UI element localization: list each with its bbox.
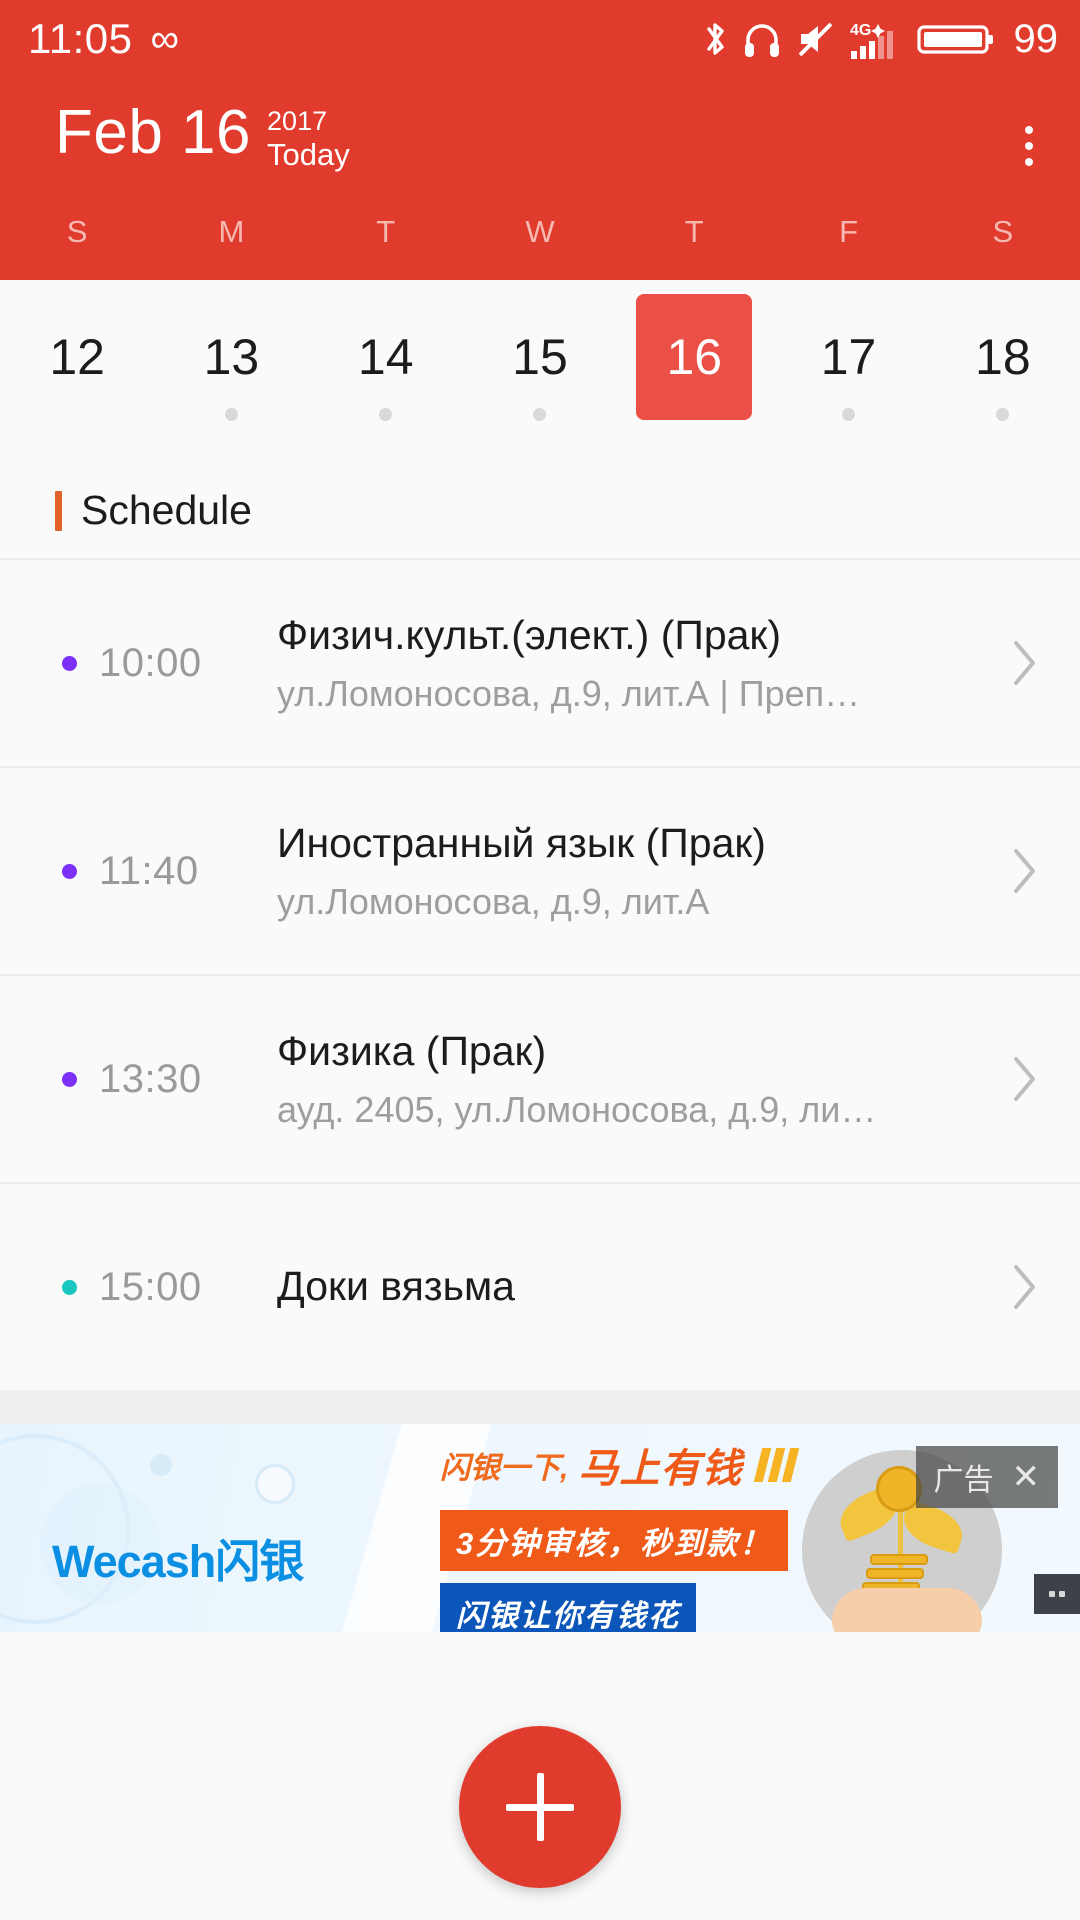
event-indicator-dot xyxy=(224,408,238,421)
weekday-label-6: S xyxy=(992,214,1014,249)
event-location: ауд. 2405, ул.Ломоносова, д.9, ли… xyxy=(277,1089,877,1131)
schedule-section-header: Schedule xyxy=(0,457,1080,558)
weekday-label-4: T xyxy=(684,214,704,249)
status-bar-right: 4G 99 xyxy=(703,16,1059,62)
date-number: 12 xyxy=(49,329,105,385)
event-time: 10:00 xyxy=(99,640,202,685)
chevron-right-icon[interactable] xyxy=(1002,637,1046,689)
event-color-dot xyxy=(62,863,77,879)
date-number: 14 xyxy=(357,329,414,385)
event-text-group: Физика (Прак) ауд. 2405, ул.Ломоносова, … xyxy=(265,1026,986,1132)
overflow-menu-icon[interactable] xyxy=(1006,116,1052,176)
plus-icon-vertical xyxy=(536,1773,544,1841)
event-color-dot xyxy=(62,1279,77,1295)
event-title: Физич.культ.(элект.) (Прак) xyxy=(277,611,782,658)
event-indicator-dot xyxy=(533,408,547,421)
event-color-dot xyxy=(62,655,77,671)
weekday-row: S M T W T F S xyxy=(0,176,1080,280)
weekday-label-5: F xyxy=(839,214,859,249)
date-number: 15 xyxy=(512,329,568,385)
section-accent-bar xyxy=(55,490,62,531)
event-location: ул.Ломоносова, д.9, лит.А xyxy=(277,881,710,923)
date-number: 13 xyxy=(203,329,260,385)
infinity-icon: ∞ xyxy=(150,17,180,61)
headphones-icon xyxy=(742,19,782,59)
date-cell-12[interactable]: 12 xyxy=(0,298,154,447)
battery-icon xyxy=(916,18,995,60)
ad-brand-logo: Wecash闪银 xyxy=(52,1536,304,1587)
status-bar-left: 11:05 ∞ xyxy=(28,15,179,63)
list-item[interactable]: 13:30 Физика (Прак) ауд. 2405, ул.Ломоно… xyxy=(0,974,1080,1182)
date-cell-14[interactable]: 14 xyxy=(309,298,463,447)
close-icon[interactable]: ✕ xyxy=(1012,1460,1041,1494)
chevron-right-icon[interactable] xyxy=(1002,845,1046,897)
ad-choices-icon[interactable] xyxy=(1034,1574,1080,1614)
list-item[interactable]: 10:00 Физич.культ.(элект.) (Прак) ул.Лом… xyxy=(0,558,1080,766)
event-title: Иностранный язык (Прак) xyxy=(277,819,766,866)
date-number: 18 xyxy=(975,329,1031,385)
header-subtitle-group: 2017 Today xyxy=(267,106,350,173)
header-top-row: Feb 16 2017 Today xyxy=(0,78,1080,176)
mute-icon xyxy=(795,19,837,59)
ad-decor-dot xyxy=(150,1454,172,1476)
chevron-right-icon[interactable] xyxy=(1002,1261,1046,1313)
ad-tagline-orange: 3分钟审核，秒到款！ xyxy=(440,1510,789,1571)
list-item[interactable]: 15:00 Доки вязьма xyxy=(0,1182,1080,1390)
signal-4g-plus-icon: 4G xyxy=(850,18,904,60)
bluetooth-icon xyxy=(703,19,729,59)
weekday-label-0: S xyxy=(66,214,88,249)
date-cell-18[interactable]: 18 xyxy=(926,298,1080,447)
date-cell-15[interactable]: 15 xyxy=(463,298,617,447)
weekday-label-2: T xyxy=(376,214,396,249)
svg-text:4G: 4G xyxy=(850,22,871,39)
date-cell-16-selected[interactable]: 16 xyxy=(617,294,771,447)
event-location: ул.Ломоносова, д.9, лит.А | Преп… xyxy=(277,673,861,715)
clock: 11:05 xyxy=(28,15,133,62)
ad-tagline-blue: 闪银让你有钱花 xyxy=(440,1583,696,1632)
header-year: 2017 xyxy=(267,106,328,136)
list-item[interactable]: 11:40 Иностранный язык (Прак) ул.Ломонос… xyxy=(0,766,1080,974)
event-text-group: Иностранный язык (Прак) ул.Ломоносова, д… xyxy=(265,818,986,924)
chevron-right-icon[interactable] xyxy=(1002,1053,1046,1105)
date-cell-17[interactable]: 17 xyxy=(771,298,925,447)
ad-banner[interactable]: Wecash闪银 闪银一下, 马上有钱 3分钟审核，秒到款！ 闪银让你有钱花 广… xyxy=(0,1424,1080,1632)
app-header: Feb 16 2017 Today S M T W T F S xyxy=(0,78,1080,280)
event-indicator-dot xyxy=(996,408,1010,421)
event-time: 11:40 xyxy=(99,848,199,893)
ad-separator xyxy=(0,1390,1080,1424)
ad-label-text: 广告 xyxy=(933,1464,994,1497)
event-color-dot xyxy=(62,1071,77,1087)
event-time: 15:00 xyxy=(99,1264,202,1309)
event-list: 10:00 Физич.культ.(элект.) (Прак) ул.Лом… xyxy=(0,558,1080,1390)
page-title: Feb 16 xyxy=(55,98,252,167)
schedule-title: Schedule xyxy=(81,487,252,533)
event-title: Физика (Прак) xyxy=(277,1027,547,1074)
header-today-label: Today xyxy=(267,137,350,173)
ad-headline-small: 闪银一下, xyxy=(440,1452,569,1485)
ad-label-badge[interactable]: 广告 ✕ xyxy=(915,1446,1058,1508)
date-strip: 12 13 14 15 16 17 18 xyxy=(0,280,1080,457)
app-screen: 11:05 ∞ 4G 99 Feb 16 2017 Today S M T W … xyxy=(0,0,1080,1920)
event-indicator-dot xyxy=(379,408,393,421)
ad-decor-bars xyxy=(754,1448,800,1482)
event-text-group: Физич.культ.(элект.) (Прак) ул.Ломоносов… xyxy=(265,610,986,716)
date-cell-13[interactable]: 13 xyxy=(154,298,308,447)
add-event-fab[interactable] xyxy=(459,1726,621,1888)
weekday-label-1: M xyxy=(218,214,245,249)
battery-percent: 99 xyxy=(1013,16,1059,61)
header-date-group[interactable]: Feb 16 2017 Today xyxy=(55,100,350,173)
status-bar: 11:05 ∞ 4G 99 xyxy=(0,0,1080,78)
event-indicator-dot xyxy=(842,408,856,421)
ad-decor-circle xyxy=(255,1464,295,1504)
ad-headline-large: 马上有钱 xyxy=(578,1447,743,1491)
date-number: 17 xyxy=(820,329,877,385)
event-title: Доки вязьма xyxy=(277,1263,515,1310)
date-number: 16 xyxy=(636,294,753,420)
event-text-group: Доки вязьма xyxy=(265,1261,986,1312)
weekday-label-3: W xyxy=(525,214,555,249)
event-time: 13:30 xyxy=(99,1056,202,1101)
